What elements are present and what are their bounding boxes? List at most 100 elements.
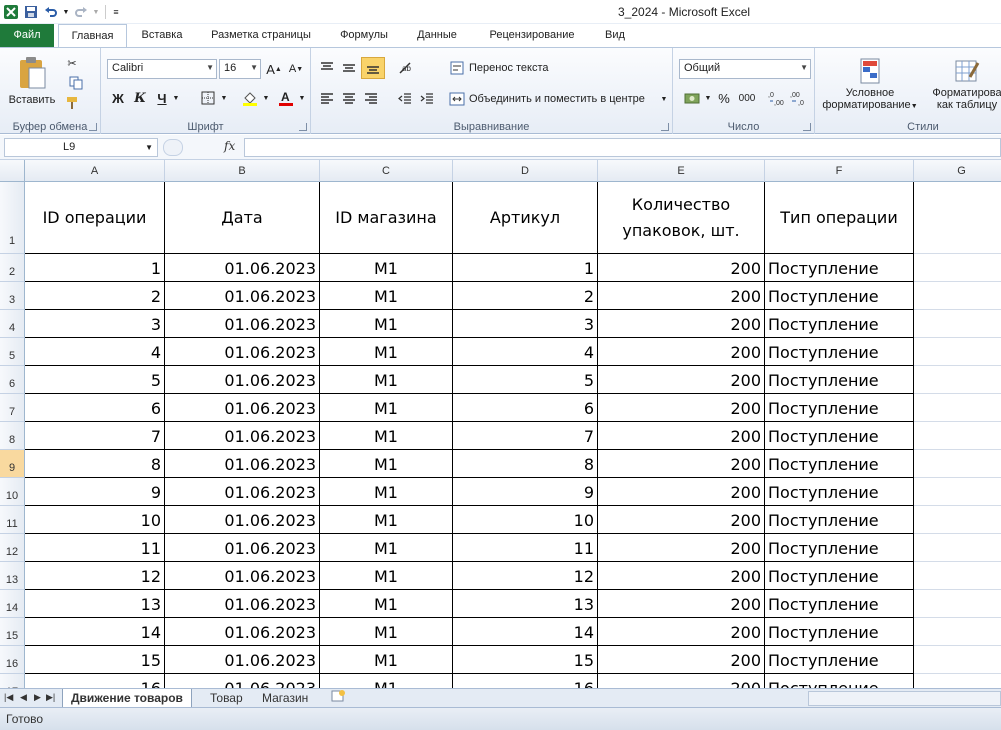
select-all-corner[interactable] [0, 160, 25, 182]
font-launcher-icon[interactable] [299, 123, 307, 131]
table-cell[interactable]: Поступление [765, 422, 914, 450]
row-header[interactable]: 16 [0, 646, 25, 674]
table-cell[interactable]: 8 [453, 450, 598, 478]
table-cell[interactable]: 3 [453, 310, 598, 338]
first-sheet-icon[interactable]: |◀ [4, 692, 13, 703]
header-cell[interactable]: Количество упаковок, шт. [598, 182, 765, 254]
table-cell[interactable]: 1 [453, 254, 598, 282]
table-cell[interactable]: 14 [453, 618, 598, 646]
horizontal-scrollbar[interactable] [808, 691, 1001, 706]
table-cell[interactable]: 10 [25, 506, 165, 534]
row-header[interactable]: 7 [0, 394, 25, 422]
increase-indent-icon[interactable] [417, 89, 437, 109]
percent-button[interactable]: % [715, 88, 733, 108]
align-left-icon[interactable] [317, 89, 337, 109]
table-cell[interactable]: 6 [453, 394, 598, 422]
table-cell[interactable]: 2 [25, 282, 165, 310]
tab-formulas[interactable]: Формулы [330, 24, 398, 47]
table-cell[interactable]: Поступление [765, 478, 914, 506]
format-painter-icon[interactable] [62, 94, 82, 112]
table-cell[interactable]: M1 [320, 534, 453, 562]
table-cell[interactable]: Поступление [765, 646, 914, 674]
table-cell[interactable]: 01.06.2023 [165, 254, 320, 282]
next-sheet-icon[interactable]: ▶ [34, 692, 41, 703]
row-header[interactable]: 6 [0, 366, 25, 394]
row-header[interactable]: 10 [0, 478, 25, 506]
merge-dropdown-icon[interactable]: ▼ [659, 91, 669, 107]
sheet-tab-store[interactable]: Магазин [254, 689, 316, 708]
table-cell[interactable]: Поступление [765, 618, 914, 646]
table-cell[interactable]: 200 [598, 394, 765, 422]
table-cell[interactable]: 01.06.2023 [165, 618, 320, 646]
table-cell[interactable]: M1 [320, 674, 453, 688]
column-header-g[interactable]: G [914, 160, 1001, 182]
table-cell[interactable]: 13 [25, 590, 165, 618]
increase-font-icon[interactable]: A ▲ [264, 60, 284, 78]
table-cell[interactable]: 200 [598, 478, 765, 506]
table-cell[interactable]: 4 [25, 338, 165, 366]
underline-dropdown-icon[interactable]: ▼ [171, 90, 181, 106]
table-cell[interactable]: 200 [598, 534, 765, 562]
empty-cell[interactable] [914, 450, 1001, 478]
table-cell[interactable]: Поступление [765, 366, 914, 394]
row-header[interactable]: 14 [0, 590, 25, 618]
table-cell[interactable]: Поступление [765, 506, 914, 534]
table-cell[interactable]: 01.06.2023 [165, 562, 320, 590]
table-cell[interactable]: M1 [320, 366, 453, 394]
row-header[interactable]: 2 [0, 254, 25, 282]
empty-cell[interactable] [914, 478, 1001, 506]
table-cell[interactable]: 200 [598, 618, 765, 646]
row-header[interactable]: 12 [0, 534, 25, 562]
wrap-text-icon[interactable] [447, 58, 467, 78]
empty-cell[interactable] [914, 182, 1001, 254]
merge-center-button[interactable]: Объединить и поместить в центре [469, 89, 645, 109]
table-cell[interactable]: M1 [320, 562, 453, 590]
empty-cell[interactable] [914, 338, 1001, 366]
row-header[interactable]: 5 [0, 338, 25, 366]
number-launcher-icon[interactable] [803, 123, 811, 131]
increase-decimal-icon[interactable]: ,0,00 [767, 88, 787, 108]
insert-sheet-icon[interactable] [322, 689, 354, 708]
table-cell[interactable]: 200 [598, 674, 765, 688]
row-header[interactable]: 9 [0, 450, 25, 478]
table-cell[interactable]: M1 [320, 422, 453, 450]
table-cell[interactable]: 200 [598, 282, 765, 310]
table-cell[interactable]: Поступление [765, 338, 914, 366]
table-cell[interactable]: 1 [25, 254, 165, 282]
table-cell[interactable]: 200 [598, 366, 765, 394]
header-cell[interactable]: ID магазина [320, 182, 453, 254]
tab-insert[interactable]: Вставка [131, 24, 193, 47]
table-cell[interactable]: 01.06.2023 [165, 366, 320, 394]
row-header[interactable]: 17 [0, 674, 25, 688]
table-cell[interactable]: 01.06.2023 [165, 282, 320, 310]
table-cell[interactable]: M1 [320, 450, 453, 478]
column-header-a[interactable]: A [25, 160, 165, 182]
empty-cell[interactable] [914, 590, 1001, 618]
orientation-icon[interactable]: ab [395, 58, 419, 78]
column-header-c[interactable]: C [320, 160, 453, 182]
table-cell[interactable]: M1 [320, 310, 453, 338]
align-center-icon[interactable] [339, 89, 359, 109]
copy-icon[interactable] [62, 74, 90, 92]
formula-bar-divider-handle[interactable] [163, 139, 183, 156]
decrease-indent-icon[interactable] [395, 89, 415, 109]
decrease-decimal-icon[interactable]: ,00,0 [789, 88, 809, 108]
font-name-select[interactable]: Calibri ▼ [107, 59, 217, 79]
align-top-icon[interactable] [317, 58, 337, 78]
empty-cell[interactable] [914, 366, 1001, 394]
table-cell[interactable]: 4 [453, 338, 598, 366]
italic-button[interactable]: К [131, 88, 149, 108]
sheet-tab-product[interactable]: Товар [202, 689, 251, 708]
table-cell[interactable]: 2 [453, 282, 598, 310]
table-cell[interactable]: 5 [453, 366, 598, 394]
table-cell[interactable]: 01.06.2023 [165, 674, 320, 688]
table-cell[interactable]: 11 [453, 534, 598, 562]
empty-cell[interactable] [914, 646, 1001, 674]
table-cell[interactable]: M1 [320, 478, 453, 506]
formula-input[interactable] [244, 138, 1001, 157]
table-cell[interactable]: 9 [25, 478, 165, 506]
empty-cell[interactable] [914, 506, 1001, 534]
paste-button[interactable]: Вставить [6, 52, 58, 110]
undo-icon[interactable] [42, 3, 60, 21]
column-header-e[interactable]: E [598, 160, 765, 182]
